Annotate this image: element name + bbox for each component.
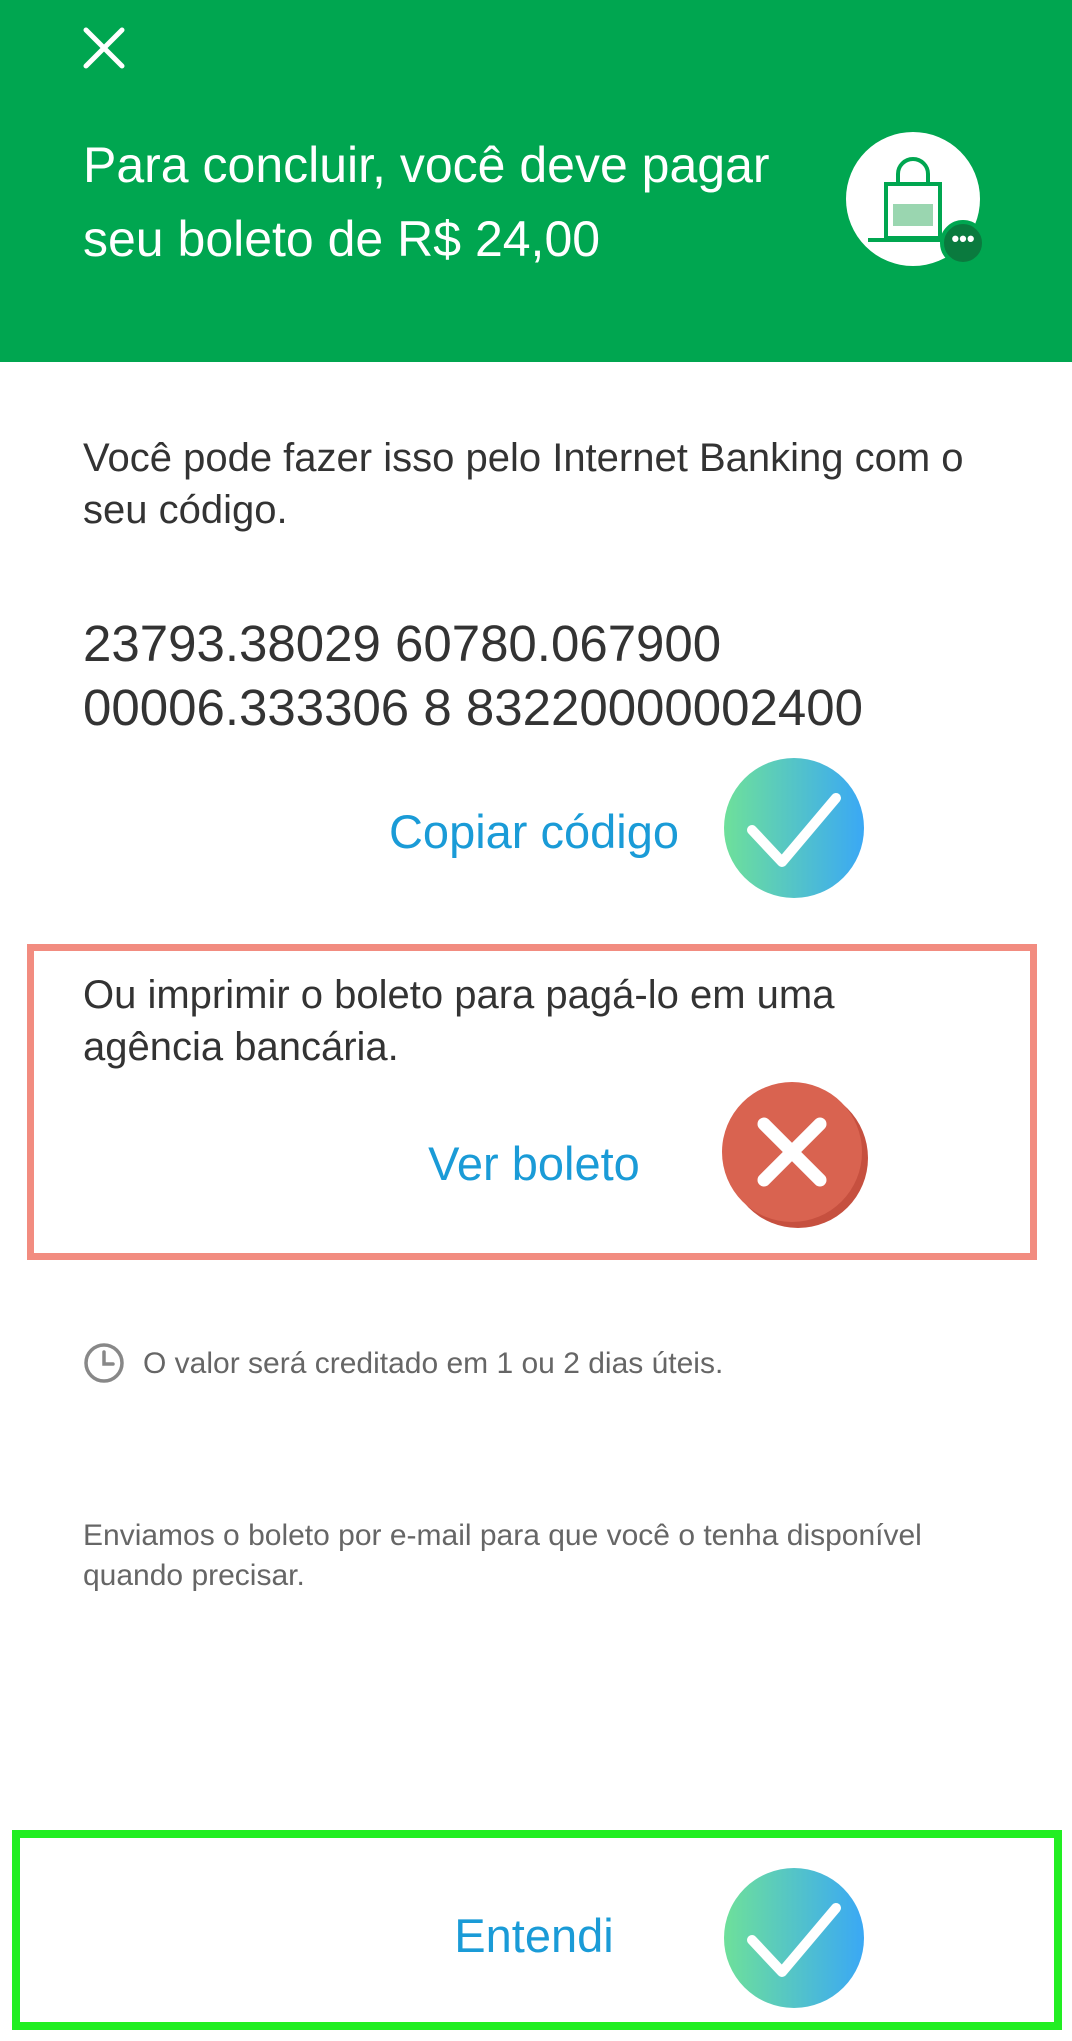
ok-button[interactable]: Entendi bbox=[394, 1906, 674, 1966]
boleto-code: 23793.38029 60780.067900 00006.333306 8 … bbox=[83, 612, 1043, 740]
credit-info-row: O valor será creditado em 1 ou 2 dias út… bbox=[83, 1340, 983, 1384]
intro-text: Você pode fazer isso pelo Internet Banki… bbox=[83, 436, 964, 532]
print-intro-text: Ou imprimir o boleto para pagá-lo em uma… bbox=[83, 973, 835, 1069]
credit-info-text: O valor será creditado em 1 ou 2 dias út… bbox=[143, 1347, 724, 1380]
view-boleto-button[interactable]: Ver boleto bbox=[394, 1134, 674, 1194]
header: Para concluir, você deve pagar seu bolet… bbox=[0, 0, 1072, 362]
close-icon[interactable] bbox=[78, 22, 130, 74]
boleto-code-line-1: 23793.38029 60780.067900 bbox=[83, 615, 722, 672]
page-title: Para concluir, você deve pagar seu bolet… bbox=[83, 137, 770, 267]
more-dots-icon: ••• bbox=[940, 220, 986, 266]
check-icon bbox=[724, 758, 864, 898]
close-button[interactable] bbox=[78, 22, 130, 74]
clock-icon bbox=[84, 1343, 124, 1383]
x-icon bbox=[718, 1078, 870, 1230]
email-info-text: Enviamos o boleto por e-mail para que vo… bbox=[83, 1519, 922, 1592]
check-icon bbox=[724, 1868, 864, 2008]
boleto-code-line-2: 00006.333306 8 83220000002400 bbox=[83, 679, 863, 736]
copy-code-button[interactable]: Copiar código bbox=[334, 802, 734, 862]
